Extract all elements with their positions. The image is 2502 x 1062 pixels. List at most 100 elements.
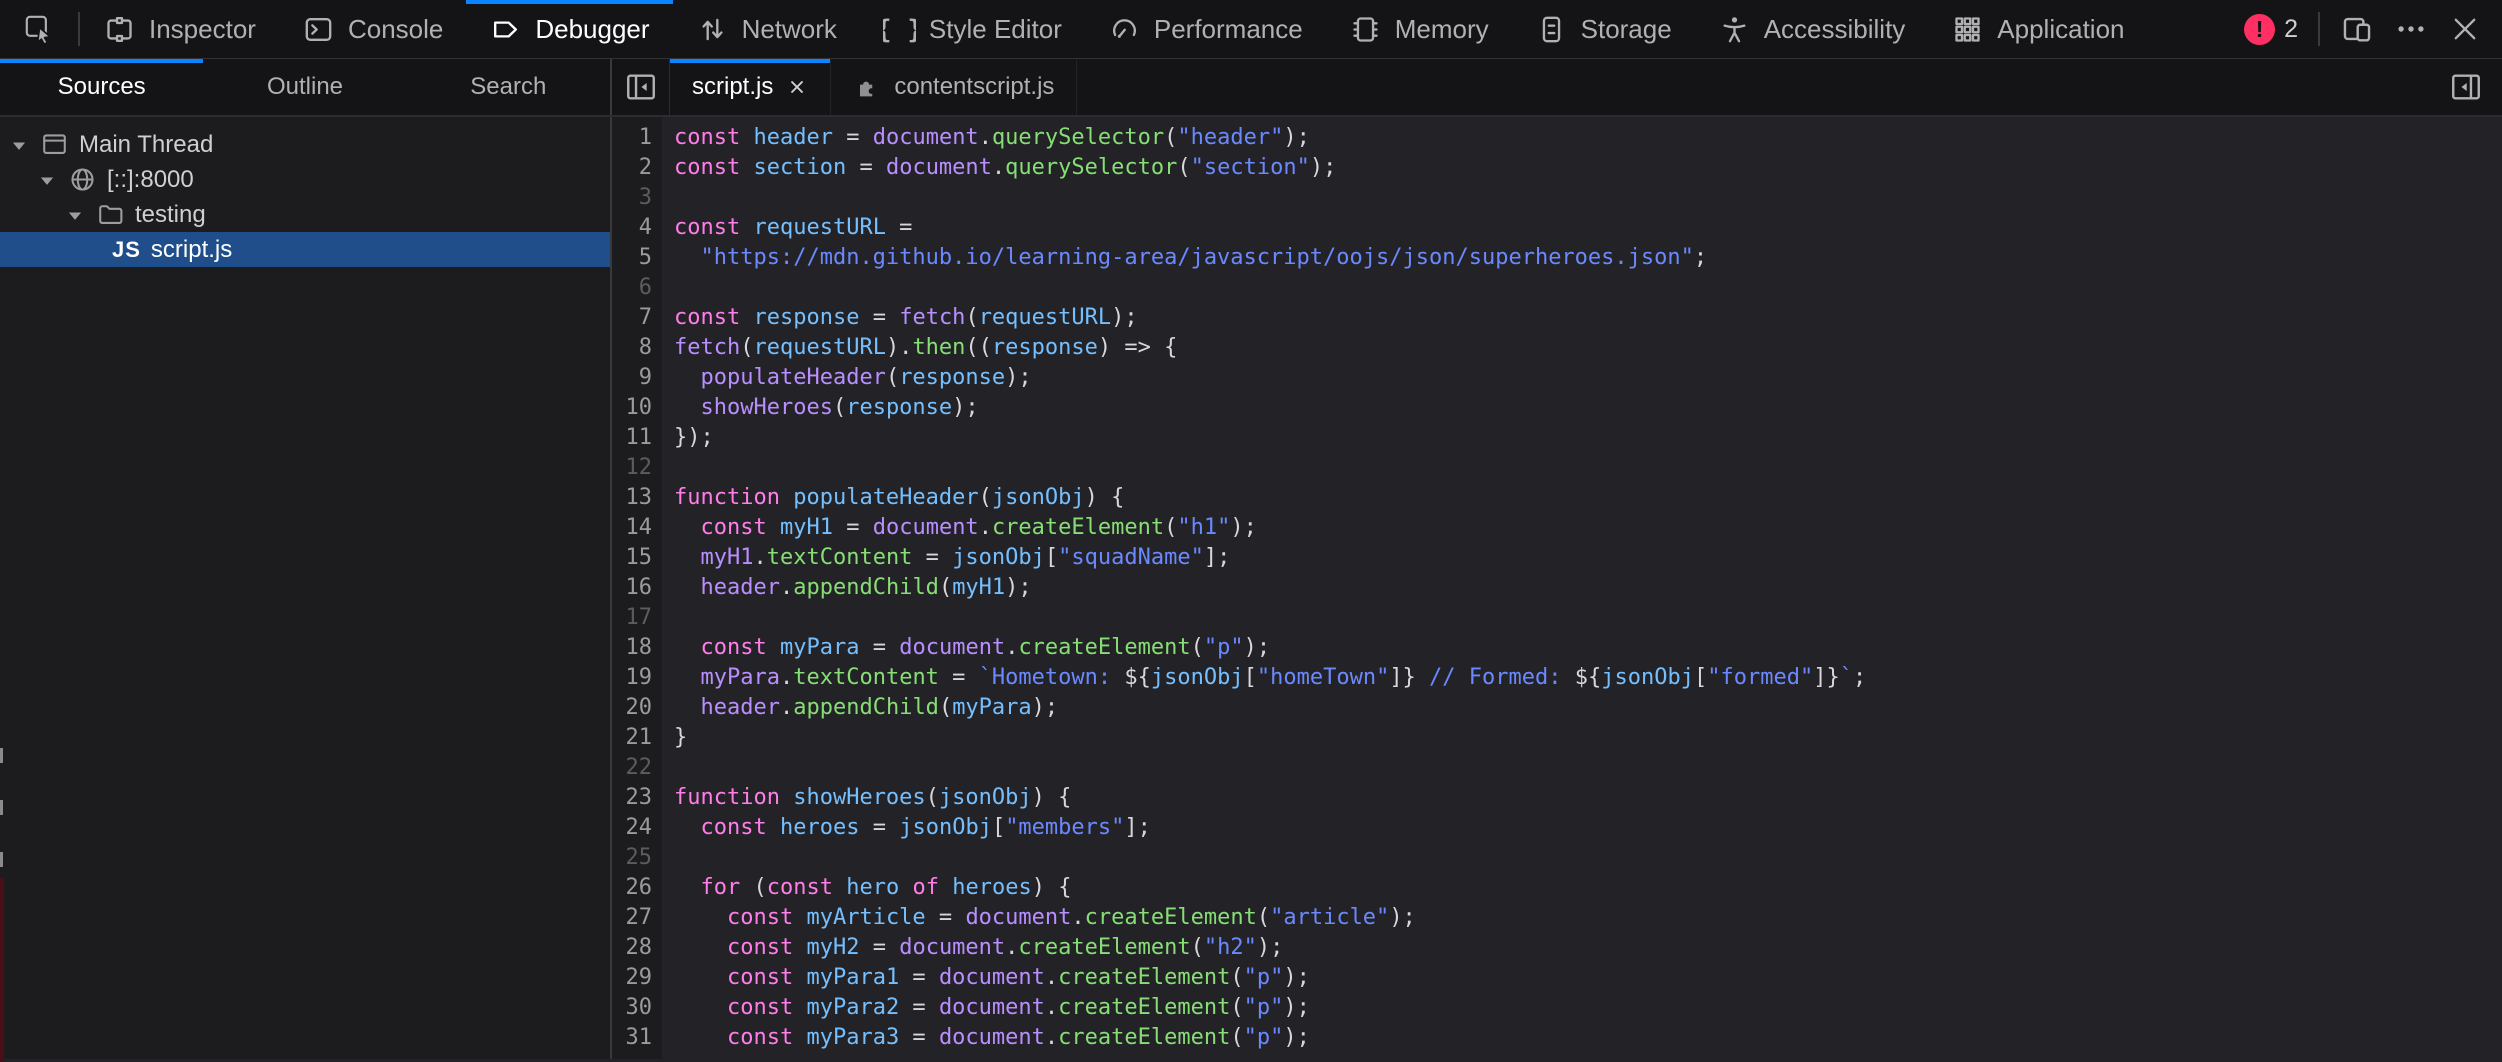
line-number[interactable]: 2	[612, 153, 652, 183]
panel-tab-search[interactable]: Search	[407, 59, 610, 115]
line-number[interactable]: 1	[612, 123, 652, 153]
devtools-menu-button[interactable]	[2394, 12, 2428, 46]
code-line-content[interactable]: for (const hero of heroes) {	[652, 873, 1071, 903]
code-line-content[interactable]: const response = fetch(requestURL);	[652, 303, 1138, 333]
line-number[interactable]: 25	[612, 843, 652, 873]
code-line-content[interactable]: header.appendChild(myH1);	[652, 573, 1032, 603]
code-line-content[interactable]: const heroes = jsonObj["members"];	[652, 813, 1151, 843]
code-line-content[interactable]: "https://mdn.github.io/learning-area/jav…	[652, 243, 1707, 273]
line-number[interactable]: 13	[612, 483, 652, 513]
code-line-content[interactable]: const myPara = document.createElement("p…	[652, 633, 1270, 663]
code-line-content[interactable]: }	[652, 723, 687, 753]
collapse-sources-panel-button[interactable]	[612, 59, 670, 115]
line-number[interactable]: 27	[612, 903, 652, 933]
line-number[interactable]: 28	[612, 933, 652, 963]
tool-tab-accessibility[interactable]: Accessibility	[1695, 0, 1929, 58]
code-line-content[interactable]: const myPara1 = document.createElement("…	[652, 963, 1310, 993]
line-number[interactable]: 19	[612, 663, 652, 693]
error-icon: !	[2244, 14, 2275, 45]
toolbar-separator	[2318, 12, 2320, 46]
line-number[interactable]: 9	[612, 363, 652, 393]
code-line-content[interactable]: myH1.textContent = jsonObj["squadName"];	[652, 543, 1230, 573]
code-line-content[interactable]: const myPara3 = document.createElement("…	[652, 1023, 1310, 1053]
code-line: 10 showHeroes(response);	[612, 393, 2502, 423]
line-number[interactable]: 17	[612, 603, 652, 633]
tree-item-testing[interactable]: testing	[0, 197, 610, 232]
tool-tab-console[interactable]: Console	[279, 0, 466, 58]
code-line-content[interactable]: const myH2 = document.createElement("h2"…	[652, 933, 1283, 963]
collapse-panel-right-icon	[2449, 70, 2483, 104]
line-number[interactable]: 5	[612, 243, 652, 273]
line-number[interactable]: 26	[612, 873, 652, 903]
code-line-content[interactable]: populateHeader(response);	[652, 363, 1032, 393]
line-number[interactable]: 14	[612, 513, 652, 543]
tree-item-script-js[interactable]: JSscript.js	[0, 232, 610, 267]
line-number[interactable]: 6	[612, 273, 652, 303]
error-badge[interactable]: ! 2	[2244, 14, 2298, 45]
collapse-right-panel-button[interactable]	[2440, 59, 2492, 115]
code-line-content[interactable]: const myArticle = document.createElement…	[652, 903, 1416, 933]
line-number[interactable]: 16	[612, 573, 652, 603]
code-line-content[interactable]	[652, 273, 674, 303]
line-number[interactable]: 8	[612, 333, 652, 363]
tool-tab-performance[interactable]: Performance	[1085, 0, 1326, 58]
line-number[interactable]: 12	[612, 453, 652, 483]
line-number[interactable]: 20	[612, 693, 652, 723]
line-number[interactable]: 29	[612, 963, 652, 993]
code-line-content[interactable]	[652, 453, 674, 483]
line-number[interactable]: 4	[612, 213, 652, 243]
tool-tab-style-editor[interactable]: { }Style Editor	[860, 0, 1085, 58]
line-number[interactable]: 10	[612, 393, 652, 423]
line-number[interactable]: 21	[612, 723, 652, 753]
line-number[interactable]: 23	[612, 783, 652, 813]
tool-tab-memory[interactable]: Memory	[1326, 0, 1512, 58]
code-line-content[interactable]	[652, 843, 674, 873]
code-line-content[interactable]: const section = document.querySelector("…	[652, 153, 1336, 183]
line-number[interactable]: 15	[612, 543, 652, 573]
line-number[interactable]: 3	[612, 183, 652, 213]
panel-tab-sources[interactable]: Sources	[0, 59, 203, 115]
code-line-content[interactable]: const myPara2 = document.createElement("…	[652, 993, 1310, 1023]
code-line-content[interactable]	[652, 603, 674, 633]
line-number[interactable]: 22	[612, 753, 652, 783]
code-line-content[interactable]: fetch(requestURL).then((response) => {	[652, 333, 1177, 363]
pick-element-button[interactable]	[0, 0, 78, 58]
expand-caret-icon[interactable]	[36, 169, 58, 191]
panel-tab-outline[interactable]: Outline	[203, 59, 406, 115]
expand-caret-icon[interactable]	[64, 204, 86, 226]
line-number[interactable]: 7	[612, 303, 652, 333]
code-line-content[interactable]: myPara.textContent = `Hometown: ${jsonOb…	[652, 663, 1866, 693]
code-line-content[interactable]: });	[652, 423, 714, 453]
responsive-design-mode-button[interactable]	[2340, 12, 2374, 46]
line-number[interactable]: 30	[612, 993, 652, 1023]
code-line-content[interactable]: header.appendChild(myPara);	[652, 693, 1058, 723]
expand-caret-icon[interactable]	[8, 134, 30, 156]
line-number[interactable]: 24	[612, 813, 652, 843]
code-line-content[interactable]: const header = document.querySelector("h…	[652, 123, 1310, 153]
code-line-content[interactable]: const requestURL =	[652, 213, 912, 243]
tool-tab-application[interactable]: Application	[1928, 0, 2147, 58]
code-line-content[interactable]	[652, 753, 674, 783]
source-tab-script-js[interactable]: script.js	[670, 59, 831, 115]
code-line-content[interactable]: const myH1 = document.createElement("h1"…	[652, 513, 1257, 543]
tool-tab-storage[interactable]: Storage	[1512, 0, 1695, 58]
close-devtools-button[interactable]	[2448, 12, 2482, 46]
tool-tab-debugger[interactable]: Debugger	[466, 0, 672, 58]
line-number[interactable]: 11	[612, 423, 652, 453]
tool-tab-network[interactable]: Network	[673, 0, 860, 58]
code-line: 26 for (const hero of heroes) {	[612, 873, 2502, 903]
source-tab-contentscript-js[interactable]: contentscript.js	[831, 59, 1077, 115]
code-line-content[interactable]: showHeroes(response);	[652, 393, 979, 423]
tree-item-8000[interactable]: [::]:8000	[0, 162, 610, 197]
code-line-content[interactable]	[652, 183, 674, 213]
performance-icon	[1108, 13, 1141, 46]
tool-tab-inspector[interactable]: Inspector	[80, 0, 279, 58]
line-number[interactable]: 18	[612, 633, 652, 663]
code-line-content[interactable]: function populateHeader(jsonObj) {	[652, 483, 1124, 513]
tree-item-Main-Thread[interactable]: Main Thread	[0, 127, 610, 162]
source-tab-label: contentscript.js	[894, 73, 1054, 101]
line-number[interactable]: 31	[612, 1023, 652, 1053]
close-tab-icon[interactable]	[786, 76, 808, 98]
svg-text:{ }: { }	[883, 14, 916, 44]
code-line-content[interactable]: function showHeroes(jsonObj) {	[652, 783, 1071, 813]
